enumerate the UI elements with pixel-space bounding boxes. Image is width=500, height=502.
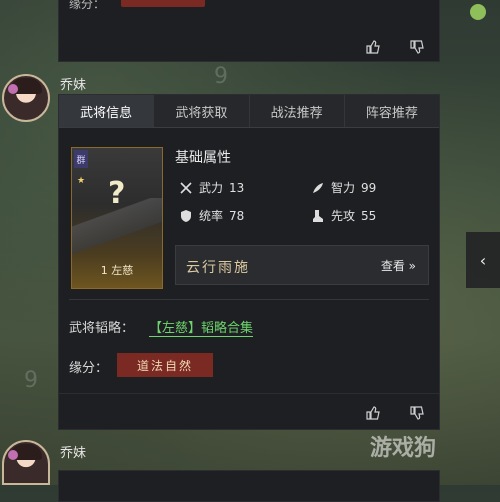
avatar[interactable] <box>2 440 50 485</box>
username[interactable]: 乔妹 <box>60 74 86 93</box>
divider <box>69 299 429 300</box>
stat-value: 99 <box>361 180 377 195</box>
hero-card[interactable]: 群 ★ ? 1 左慈 <box>71 147 163 289</box>
stat-label: 先攻 <box>331 209 356 223</box>
stat-command: 统率 78 <box>179 207 244 224</box>
star-icon: ★ <box>77 176 86 186</box>
tab-tactic-recommend[interactable]: 战法推荐 <box>250 95 345 127</box>
chevron-left-icon: ‹ <box>479 250 487 270</box>
side-panel-toggle[interactable]: ‹ <box>466 232 500 288</box>
tab-hero-obtain[interactable]: 武将获取 <box>154 95 250 127</box>
stat-value: 55 <box>361 208 377 223</box>
view-skill-button[interactable]: 查看 » <box>381 257 416 274</box>
dislike-icon[interactable] <box>409 405 425 421</box>
hero-placeholder-icon: ? <box>108 176 126 211</box>
stat-value: 13 <box>229 180 245 195</box>
strategy-label: 武将韬略： <box>69 321 135 336</box>
like-icon[interactable] <box>365 405 381 421</box>
faction-badge: 群 <box>74 150 88 168</box>
skill-box[interactable]: 云行雨施 查看 » <box>175 245 429 285</box>
avatar[interactable] <box>2 74 50 122</box>
fate-label: 缘分： <box>69 0 106 11</box>
stat-label: 武力 <box>199 181 224 195</box>
tab-bar: 武将信息 武将获取 战法推荐 阵容推荐 <box>59 95 439 128</box>
fate-tag[interactable] <box>121 0 205 7</box>
background-glyph: 9 <box>214 64 228 89</box>
watermark: 游戏狗 <box>370 436 437 461</box>
like-icon[interactable] <box>365 39 381 55</box>
shield-icon <box>181 209 191 222</box>
tab-lineup-recommend[interactable]: 阵容推荐 <box>345 95 439 127</box>
strategy-link[interactable]: 【左慈】韬略合集 <box>149 317 254 337</box>
stat-label: 智力 <box>331 181 356 195</box>
section-title: 基础属性 <box>175 150 231 166</box>
stat-intelligence: 智力 99 <box>311 179 376 196</box>
dislike-icon[interactable] <box>409 39 425 55</box>
feather-icon <box>313 182 323 193</box>
corner-emblem-icon[interactable] <box>470 4 486 20</box>
hero-info-card: 武将信息 武将获取 战法推荐 阵容推荐 群 ★ ? 1 左慈 基础属性 武力 1… <box>58 94 440 430</box>
card-footer-divider <box>59 393 439 394</box>
skill-name: 云行雨施 <box>186 260 250 276</box>
swords-icon <box>180 181 192 194</box>
tab-hero-info[interactable]: 武将信息 <box>59 95 155 127</box>
background-glyph: 9 <box>24 368 38 393</box>
next-post-card <box>58 470 440 502</box>
stat-speed: 先攻 55 <box>311 207 376 224</box>
fate-label: 缘分： <box>69 361 109 376</box>
username[interactable]: 乔妹 <box>60 442 86 461</box>
boot-icon <box>313 209 323 222</box>
stat-label: 统率 <box>199 209 224 223</box>
stat-force: 武力 13 <box>179 179 244 196</box>
stat-value: 78 <box>229 208 245 223</box>
previous-post-card: 缘分： <box>58 0 440 62</box>
hero-name: 1 左慈 <box>100 264 134 277</box>
fate-tag[interactable]: 道法自然 <box>117 353 213 377</box>
